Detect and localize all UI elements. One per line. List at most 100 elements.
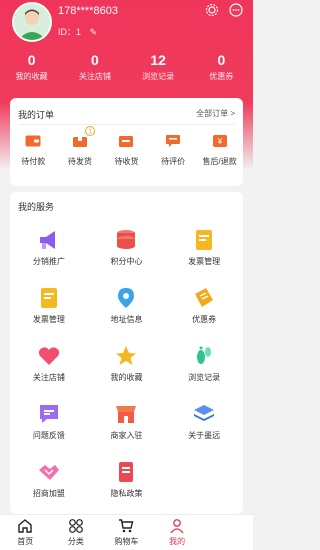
- service-label: 我的收藏: [110, 373, 143, 382]
- stat-label: 浏览记录: [142, 72, 175, 81]
- heart-icon: [37, 344, 61, 368]
- edit-icon[interactable]: ✎: [90, 27, 98, 37]
- service-invoice[interactable]: 发票管理: [165, 222, 243, 280]
- shop-icon: [114, 402, 138, 426]
- service-privacy-policy[interactable]: 隐私政策: [88, 454, 166, 512]
- star-icon: [114, 344, 138, 368]
- service-about[interactable]: 关于墨远: [165, 396, 243, 454]
- tab-cart[interactable]: 购物车: [101, 515, 152, 550]
- coins-icon: [114, 228, 138, 252]
- order-pending-payment[interactable]: 待付款: [10, 134, 57, 167]
- service-points[interactable]: 积分中心: [88, 222, 166, 280]
- order-label: 待付款: [21, 157, 46, 166]
- feedback-icon: [37, 402, 61, 426]
- service-franchise[interactable]: 招商加盟: [10, 454, 88, 512]
- service-favorites[interactable]: 我的收藏: [88, 338, 166, 396]
- stat-label: 关注店铺: [78, 72, 111, 81]
- order-status-row: 待付款 1 待发货 待收货 待评价 ¥ 售后/退款: [10, 126, 243, 167]
- service-label: 浏览记录: [188, 373, 221, 382]
- service-label: 发票管理: [188, 257, 221, 266]
- handshake-icon: [37, 460, 61, 484]
- stat-history[interactable]: 12 浏览记录: [127, 52, 190, 82]
- tab-home[interactable]: 首页: [0, 515, 51, 550]
- service-coupons[interactable]: 优惠券: [165, 280, 243, 338]
- avatar-person-icon: [14, 4, 50, 40]
- divider: [18, 124, 235, 125]
- tab-label: 分类: [67, 537, 84, 546]
- user-id: ID：1 ✎: [58, 25, 97, 38]
- tab-mine[interactable]: 我的: [152, 515, 203, 550]
- layers-icon: [192, 402, 216, 426]
- service-label: 分销推广: [32, 257, 65, 266]
- service-distribution[interactable]: 分销推广: [10, 222, 88, 280]
- service-label: 商家入驻: [110, 431, 143, 440]
- package-icon: 1: [72, 126, 95, 148]
- header-actions: [205, 3, 243, 17]
- services-title: 我的服务: [18, 202, 55, 212]
- service-feedback[interactable]: 问题反馈: [10, 396, 88, 454]
- order-label: 售后/退款: [202, 157, 237, 166]
- stat-value: 0: [27, 52, 36, 68]
- truck-icon: [118, 134, 134, 148]
- service-label: 招商加盟: [32, 489, 65, 498]
- stat-label: 优惠券: [209, 72, 234, 81]
- avatar[interactable]: [12, 2, 52, 42]
- refund-icon: ¥: [212, 134, 228, 148]
- services-grid: 分销推广 积分中心 发票管理 发票管理 地址信息 优惠券 关注店铺 我的收藏 浏…: [10, 222, 243, 512]
- stat-value: 0: [217, 52, 226, 68]
- order-pending-review[interactable]: 待评价: [150, 134, 197, 167]
- megaphone-icon: [37, 228, 61, 252]
- username: 178****8603: [58, 5, 118, 17]
- stat-coupons[interactable]: 0 优惠券: [190, 52, 253, 82]
- order-after-sales[interactable]: ¥ 售后/退款: [196, 134, 243, 167]
- service-followed-shops[interactable]: 关注店铺: [10, 338, 88, 396]
- service-label: 积分中心: [110, 257, 143, 266]
- all-orders-link[interactable]: 全部订单 >: [196, 108, 235, 119]
- service-label: 关注店铺: [32, 373, 65, 382]
- order-label: 待发货: [67, 157, 92, 166]
- comment-icon: [165, 134, 181, 148]
- service-label: 关于墨远: [188, 431, 221, 440]
- notification-badge: 1: [84, 126, 95, 136]
- service-label: 地址信息: [110, 315, 143, 324]
- more-icon[interactable]: [229, 3, 243, 17]
- tab-category[interactable]: 分类: [51, 515, 102, 550]
- service-merchant-join[interactable]: 商家入驻: [88, 396, 166, 454]
- services-card: 我的服务 分销推广 积分中心 发票管理 发票管理 地址信息 优惠券 关注店铺 我…: [10, 192, 243, 514]
- orders-title: 我的订单: [18, 110, 55, 120]
- footprint-icon: [192, 344, 216, 368]
- stat-favorites[interactable]: 0 我的收藏: [0, 52, 63, 82]
- stats-row: 0 我的收藏 0 关注店铺 12 浏览记录 0 优惠券: [0, 52, 253, 82]
- tab-label: 首页: [17, 537, 34, 546]
- svg-text:¥: ¥: [216, 137, 222, 146]
- wallet-icon: [25, 134, 41, 148]
- orders-card: 我的订单 全部订单 > 待付款 1 待发货 待收货 待评价 ¥ 售后/退款: [10, 98, 243, 186]
- service-address[interactable]: 地址信息: [88, 280, 166, 338]
- document-icon: [114, 460, 138, 484]
- settings-icon[interactable]: [205, 3, 219, 17]
- bottom-tab-bar: 首页 分类 购物车 我的: [0, 514, 253, 550]
- tab-label: 购物车: [114, 537, 139, 546]
- stat-value: 12: [150, 52, 166, 68]
- tab-label: 我的: [169, 537, 186, 546]
- order-label: 待收货: [114, 157, 139, 166]
- service-label: 问题反馈: [32, 431, 65, 440]
- ticket-icon: [192, 286, 216, 310]
- stat-followed-shops[interactable]: 0 关注店铺: [63, 52, 126, 82]
- service-label: 隐私政策: [110, 489, 143, 498]
- service-label: 发票管理: [32, 315, 65, 324]
- stat-label: 我的收藏: [15, 72, 48, 81]
- service-invoice-2[interactable]: 发票管理: [10, 280, 88, 338]
- service-history[interactable]: 浏览记录: [165, 338, 243, 396]
- home-icon: [17, 518, 33, 534]
- location-pin-icon: [114, 286, 138, 310]
- order-pending-shipment[interactable]: 1 待发货: [57, 126, 104, 167]
- order-pending-receipt[interactable]: 待收货: [103, 134, 150, 167]
- invoice-icon: [192, 228, 216, 252]
- stat-value: 0: [90, 52, 99, 68]
- service-label: 优惠券: [192, 315, 217, 324]
- badge-count: 1: [88, 128, 92, 135]
- category-icon: [68, 518, 84, 534]
- user-icon: [169, 518, 185, 534]
- invoice-icon: [37, 286, 61, 310]
